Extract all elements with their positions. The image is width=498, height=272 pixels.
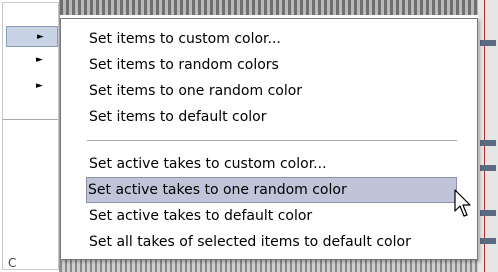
arrow-pointer-icon [454, 189, 471, 217]
submenu-arrow-icon: ► [36, 55, 43, 65]
parent-menu-partial-label: C [8, 256, 17, 270]
parent-menu-item-color[interactable]: ► [6, 26, 58, 47]
item-fragment [480, 210, 496, 216]
item-fragment [480, 238, 496, 244]
parent-menu: ► ► ► C [0, 0, 60, 272]
menu-separator [87, 140, 457, 141]
menu-item-all-takes-default-color[interactable]: Set all takes of selected items to defau… [87, 229, 457, 255]
menu-item-items-custom-color[interactable]: Set items to custom color... [87, 26, 457, 52]
parent-menu-item[interactable]: ► [6, 50, 58, 71]
item-fragment [480, 140, 496, 146]
arrange-view-edge [478, 0, 498, 272]
submenu-arrow-icon: ► [36, 81, 43, 91]
menu-item-items-random-colors[interactable]: Set items to random colors [87, 52, 457, 78]
parent-menu-item[interactable]: ► [6, 76, 58, 97]
menu-item-items-one-random-color[interactable]: Set items to one random color [87, 78, 457, 104]
menu-item-takes-default-color[interactable]: Set active takes to default color [87, 203, 457, 229]
timeline-track-strip-bottom [60, 260, 498, 272]
menu-item-takes-one-random-color[interactable]: Set active takes to one random color [86, 177, 457, 203]
color-submenu: Set items to custom color... Set items t… [60, 18, 478, 260]
menu-item-items-default-color[interactable]: Set items to default color [87, 104, 457, 130]
timeline-track-strip [60, 0, 498, 15]
submenu-arrow-icon: ► [37, 32, 44, 42]
parent-menu-separator [3, 119, 58, 120]
item-fragment [480, 165, 496, 171]
item-fragment [480, 40, 496, 46]
menu-item-takes-custom-color[interactable]: Set active takes to custom color... [87, 151, 457, 177]
